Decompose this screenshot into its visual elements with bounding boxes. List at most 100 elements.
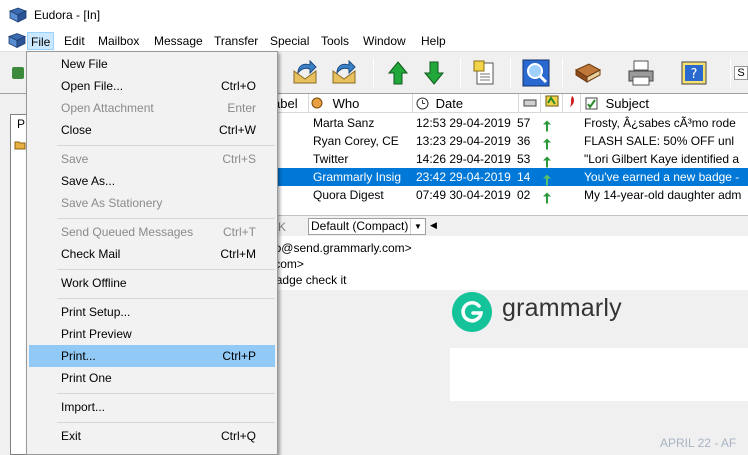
email-date-text: APRIL 22 - AF: [660, 436, 737, 450]
pepper-icon: [570, 96, 575, 107]
status-column-icon: [545, 95, 559, 107]
message-who: Ryan Corey, CE: [313, 134, 399, 148]
menu-window[interactable]: Window: [360, 32, 409, 50]
address-book-icon: [574, 63, 602, 83]
message-who: Quora Digest: [313, 188, 384, 202]
message-who: Twitter: [313, 152, 349, 166]
address-book-button[interactable]: [570, 56, 606, 90]
email-content-card: [450, 348, 748, 401]
menu-item-import[interactable]: Import...: [29, 396, 275, 418]
svg-text:?: ?: [691, 67, 698, 82]
message-date: 13:23 29-04-2019: [416, 134, 511, 148]
size-column-icon: [523, 99, 537, 107]
column-subject[interactable]: Subject: [581, 94, 748, 113]
message-size: 02: [517, 188, 531, 202]
help-button[interactable]: ?: [676, 56, 712, 90]
menu-item-new-file[interactable]: New File: [29, 53, 275, 75]
toolbar-separator: [460, 58, 461, 88]
menu-file[interactable]: File: [27, 32, 55, 50]
menu-item-send-queued: Send Queued Messages Ctrl+T: [61, 225, 256, 239]
column-date-text: Date: [435, 96, 464, 111]
message-subject: Frosty, Â¿sabes cÃ³mo rode: [584, 116, 736, 130]
next-message-button[interactable]: [416, 56, 452, 90]
read-status-icon: [543, 192, 551, 204]
scroll-left-arrow-icon[interactable]: ◀: [430, 220, 437, 231]
message-subject: My 14-year-old daughter adm: [584, 188, 742, 202]
menu-help[interactable]: Help: [418, 32, 449, 50]
grammarly-wordmark: grammarly: [502, 294, 622, 322]
column-size[interactable]: [519, 94, 541, 113]
menu-item-print[interactable]: Print... Ctrl+P: [29, 345, 275, 367]
title-bar: Eudora - [In]: [0, 0, 748, 30]
toolbar-overflow-icon: S: [734, 66, 748, 80]
menu-item-close[interactable]: Close Ctrl+W: [29, 119, 275, 141]
column-who-text: Who: [332, 96, 360, 111]
file-menu-dropdown: New File Open File... Ctrl+O Open Attachm…: [26, 51, 278, 455]
toolbar-partial-button[interactable]: [8, 56, 28, 90]
menu-transfer[interactable]: Transfer: [211, 32, 261, 50]
message-subject: You've earned a new badge -: [584, 170, 740, 184]
menu-separator: [57, 393, 275, 394]
menu-mailbox[interactable]: Mailbox: [95, 32, 142, 50]
toolbar-separator: [373, 58, 374, 88]
clock-icon: [416, 97, 429, 110]
column-priority[interactable]: [563, 94, 581, 113]
menu-item-open-file[interactable]: Open File... Ctrl+O: [29, 75, 275, 97]
system-menu-icon[interactable]: [7, 32, 27, 49]
toolbar-separator: [562, 58, 563, 88]
find-button[interactable]: [518, 56, 554, 90]
menu-bar: File Edit Mailbox Message Transfer Speci…: [0, 30, 748, 52]
message-date: 07:49 30-04-2019: [416, 188, 511, 202]
toolbar-separator: [510, 58, 511, 88]
menu-separator: [57, 298, 275, 299]
toolbar-overflow[interactable]: S: [734, 56, 748, 90]
arrow-up-icon: [387, 61, 409, 85]
attach-button[interactable]: [466, 56, 502, 90]
window-title: Eudora - [In]: [34, 8, 101, 22]
previous-message-button[interactable]: [380, 56, 416, 90]
message-date: 23:42 29-04-2019: [416, 170, 511, 184]
column-who[interactable]: Who: [309, 94, 413, 113]
reply-icon: [293, 59, 317, 84]
column-subject-text: Subject: [605, 96, 649, 111]
menu-edit[interactable]: Edit: [61, 32, 88, 50]
arrow-down-icon: [423, 61, 445, 85]
menu-separator: [57, 218, 275, 219]
menu-special[interactable]: Special: [267, 32, 312, 50]
toolbar-separator: [730, 58, 731, 88]
column-date[interactable]: Date: [413, 94, 519, 113]
menu-item-save-as[interactable]: Save As...: [29, 170, 275, 192]
view-mode-select[interactable]: Default (Compact) ▼: [308, 218, 426, 235]
message-size: 57: [517, 116, 531, 130]
menu-item-print-preview[interactable]: Print Preview: [29, 323, 275, 345]
message-size: 36: [517, 134, 531, 148]
menu-message[interactable]: Message: [151, 32, 206, 50]
menu-item-save-as-stationery: Save As Stationery: [61, 196, 163, 210]
reply-all-button[interactable]: [326, 56, 362, 90]
menu-tools[interactable]: Tools: [318, 32, 352, 50]
menu-item-exit[interactable]: Exit Ctrl+Q: [29, 425, 275, 447]
subject-column-icon: [585, 97, 598, 110]
message-date: 12:53 29-04-2019: [416, 116, 511, 130]
view-mode-value: Default (Compact): [311, 219, 409, 233]
printer-icon: [628, 60, 654, 86]
menu-item-check-mail[interactable]: Check Mail Ctrl+M: [29, 243, 275, 265]
print-button[interactable]: [623, 56, 659, 90]
message-date: 14:26 29-04-2019: [416, 152, 511, 166]
folder-icon: [14, 141, 26, 150]
column-status[interactable]: [541, 94, 563, 113]
magnifier-icon: [522, 59, 550, 87]
message-subject: "Lori Gilbert Kaye identified a: [584, 152, 740, 166]
mail-icon: [12, 67, 24, 79]
who-column-icon: [311, 97, 323, 109]
reply-button[interactable]: [287, 56, 323, 90]
message-who: Grammarly Insig: [313, 170, 402, 184]
eudora-app-icon: [9, 7, 27, 23]
chevron-down-icon: ▼: [410, 219, 425, 234]
menu-separator: [57, 145, 275, 146]
menu-item-print-setup[interactable]: Print Setup...: [29, 301, 275, 323]
help-question-icon: ?: [681, 61, 707, 85]
menu-item-print-one[interactable]: Print One: [29, 367, 275, 389]
menu-item-work-offline[interactable]: Work Offline: [29, 272, 275, 294]
footer-k-label: K: [278, 220, 287, 234]
